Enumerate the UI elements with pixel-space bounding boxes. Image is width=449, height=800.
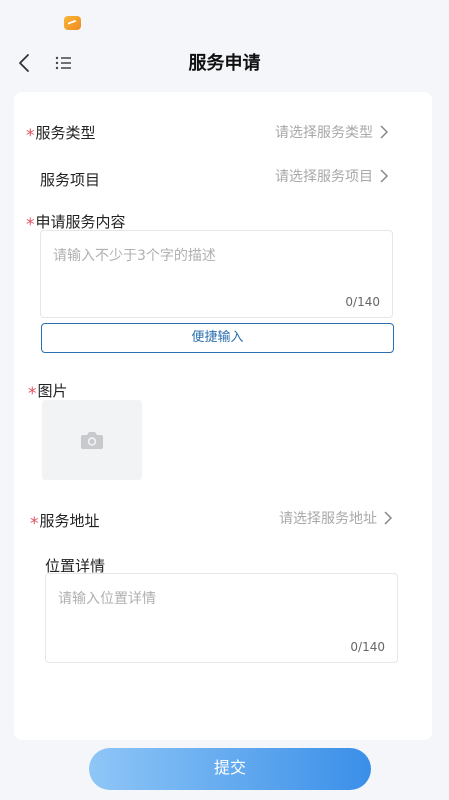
service-type-label-text: 服务类型 <box>35 124 96 142</box>
content-label-text: 申请服务内容 <box>35 213 126 231</box>
submit-button[interactable]: 提交 <box>89 748 371 790</box>
service-type-picker[interactable]: 请选择服务类型 <box>275 122 389 142</box>
location-char-count: 0/140 <box>350 640 385 654</box>
chevron-right-icon <box>380 125 389 139</box>
required-mark: * <box>26 126 35 146</box>
service-item-label: 服务项目 <box>40 171 101 189</box>
required-mark: * <box>26 215 35 235</box>
chevron-right-icon <box>384 511 393 525</box>
required-mark: * <box>30 514 39 534</box>
service-type-label: *服务类型 <box>26 122 96 146</box>
service-type-placeholder: 请选择服务类型 <box>275 125 373 141</box>
notification-app-icon <box>64 16 81 30</box>
page-title: 服务申请 <box>188 53 261 74</box>
content-label: *申请服务内容 <box>26 211 126 235</box>
location-placeholder: 请输入位置详情 <box>58 591 156 607</box>
address-label: *服务地址 <box>30 510 100 534</box>
required-mark: * <box>28 384 37 404</box>
nav-header: 服务申请 <box>0 40 449 86</box>
images-label: *图片 <box>28 380 68 404</box>
address-label-text: 服务地址 <box>39 512 100 530</box>
quick-input-button[interactable]: 便捷输入 <box>41 323 394 353</box>
content-textarea[interactable]: 请输入不少于3个字的描述 0/140 <box>40 230 393 318</box>
service-item-picker[interactable]: 请选择服务项目 <box>275 166 389 186</box>
address-picker[interactable]: 请选择服务地址 <box>279 508 393 528</box>
images-label-text: 图片 <box>37 382 68 400</box>
content-placeholder: 请输入不少于3个字的描述 <box>53 248 216 264</box>
image-upload-box[interactable] <box>42 400 142 480</box>
location-textarea[interactable]: 请输入位置详情 0/140 <box>45 573 398 663</box>
content-char-count: 0/140 <box>345 295 380 309</box>
camera-icon <box>81 432 103 449</box>
chevron-right-icon <box>380 169 389 183</box>
service-item-placeholder: 请选择服务项目 <box>275 169 373 185</box>
address-placeholder: 请选择服务地址 <box>279 511 377 527</box>
